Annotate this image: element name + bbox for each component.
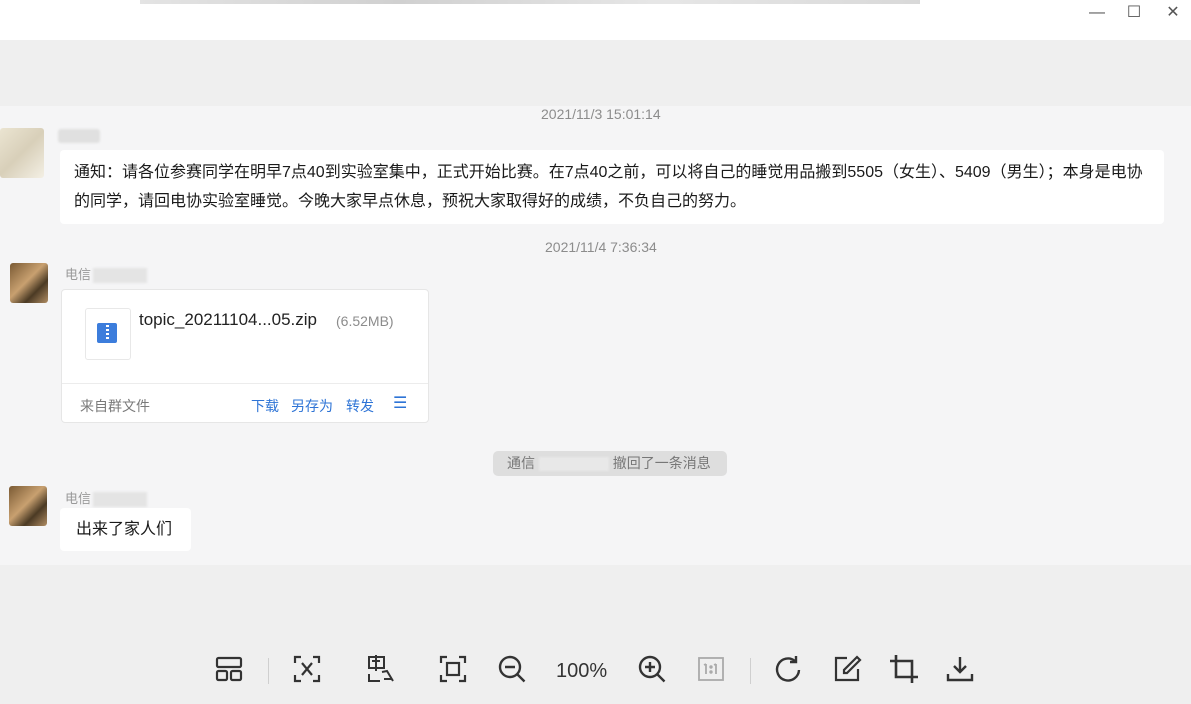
crop-icon[interactable] xyxy=(884,648,924,690)
download-icon[interactable] xyxy=(940,648,980,690)
download-link[interactable]: 下载 xyxy=(251,396,279,416)
forward-link[interactable]: 转发 xyxy=(346,396,374,416)
zoom-in-icon[interactable] xyxy=(632,648,672,690)
notice-message-bubble: 通知：请各位参赛同学在明早7点40到实验室集中，正式开始比赛。在7点40之前，可… xyxy=(60,150,1164,224)
avatar xyxy=(10,263,48,303)
maximize-button[interactable]: ☐ xyxy=(1119,3,1149,23)
file-name: topic_20211104...05.zip xyxy=(139,310,318,329)
message-bubble: 出来了家人们 xyxy=(60,508,191,551)
minimize-button[interactable]: — xyxy=(1082,3,1112,23)
recall-prefix: 通信 xyxy=(507,455,535,471)
file-source-label: 来自群文件 xyxy=(80,398,150,414)
sender-name: 电信 xyxy=(65,488,148,508)
recall-suffix: 撤回了一条消息 xyxy=(612,455,711,471)
recall-notice: 通信 撤回了一条消息 xyxy=(493,451,727,476)
actual-size-icon[interactable] xyxy=(691,648,731,690)
avatar xyxy=(0,128,44,178)
timestamp: 2021/11/4 7:36:34 xyxy=(545,239,657,255)
blurred-text xyxy=(538,457,609,472)
file-card[interactable]: topic_20211104...05.zip (6.52MB) 来自群文件 下… xyxy=(61,289,429,423)
timestamp: 2021/11/3 15:01:14 xyxy=(541,106,661,122)
ocr-icon[interactable] xyxy=(287,648,327,690)
image-viewer-toolbar: 100% xyxy=(0,640,1191,704)
edit-icon[interactable] xyxy=(827,648,867,690)
rotate-icon[interactable] xyxy=(768,648,808,690)
sender-name: 电信 xyxy=(65,264,148,284)
toolbar-separator xyxy=(268,658,269,684)
fit-screen-icon[interactable] xyxy=(433,648,473,690)
gallery-icon[interactable] xyxy=(209,648,249,690)
viewer-top-area xyxy=(0,40,1191,106)
more-menu-icon[interactable]: ☰ xyxy=(393,393,407,413)
avatar xyxy=(9,486,47,526)
blurred-text xyxy=(93,492,148,508)
sender-name-blurred xyxy=(58,129,100,143)
sender-name-text: 电信 xyxy=(65,267,92,282)
divider xyxy=(62,383,428,384)
close-button[interactable]: ✕ xyxy=(1158,3,1188,23)
save-as-link[interactable]: 另存为 xyxy=(291,396,333,416)
title-bar: — ☐ ✕ xyxy=(0,0,1191,40)
translate-icon[interactable] xyxy=(361,648,401,690)
file-size: (6.52MB) xyxy=(336,313,394,329)
blurred-text xyxy=(93,268,148,284)
blurred-title-strip xyxy=(140,0,920,4)
zoom-level: 100% xyxy=(556,660,608,682)
zip-file-icon xyxy=(85,308,131,360)
toolbar-separator xyxy=(750,658,751,684)
zoom-out-icon[interactable] xyxy=(492,648,532,690)
sender-name-text: 电信 xyxy=(65,491,92,506)
